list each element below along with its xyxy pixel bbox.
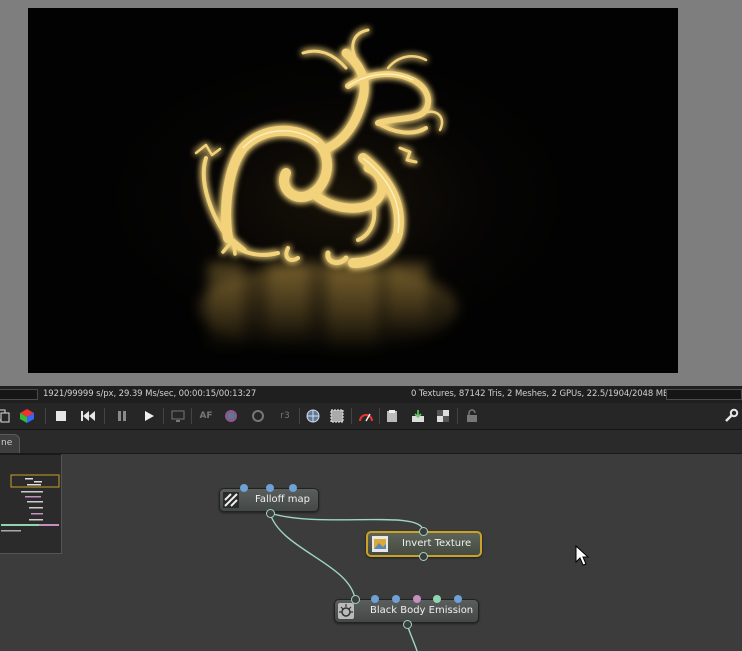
region-icon[interactable] bbox=[328, 407, 346, 425]
link-falloff-to-blackbody bbox=[269, 512, 356, 600]
tab-graph[interactable]: ne bbox=[0, 434, 20, 453]
node-label: Falloff map bbox=[255, 494, 310, 505]
play-icon[interactable] bbox=[140, 407, 158, 425]
input-pin[interactable] bbox=[371, 595, 379, 603]
render-viewport[interactable] bbox=[0, 0, 742, 386]
graph-minimap[interactable] bbox=[0, 454, 62, 554]
gauge-icon[interactable] bbox=[357, 407, 375, 425]
ref-icon[interactable]: r3 bbox=[276, 407, 294, 425]
scene-stats: 0 Textures, 87142 Tris, 2 Meshes, 2 GPUs… bbox=[411, 389, 669, 399]
pick-icon[interactable] bbox=[249, 407, 267, 425]
input-pin[interactable] bbox=[413, 595, 421, 603]
progress-bar bbox=[0, 389, 38, 400]
globe-icon[interactable] bbox=[304, 407, 322, 425]
af-label: AF bbox=[199, 411, 213, 421]
render-image[interactable] bbox=[28, 8, 678, 373]
tab-label: ne bbox=[1, 438, 13, 448]
memory-bar bbox=[666, 389, 742, 400]
input-pin[interactable] bbox=[240, 484, 248, 492]
output-pin[interactable] bbox=[403, 620, 412, 629]
clipboard-icon[interactable] bbox=[383, 407, 401, 425]
link-falloff-to-invert bbox=[269, 512, 424, 531]
lock-icon[interactable] bbox=[463, 407, 481, 425]
stop-icon[interactable] bbox=[52, 407, 70, 425]
color-cube-icon[interactable] bbox=[18, 407, 36, 425]
input-pin[interactable] bbox=[419, 527, 428, 536]
rewind-icon[interactable] bbox=[79, 407, 97, 425]
input-pin[interactable] bbox=[454, 595, 462, 603]
input-pin[interactable] bbox=[351, 595, 360, 604]
input-pin[interactable] bbox=[433, 595, 441, 603]
tab-row: ne bbox=[0, 430, 742, 454]
af-icon[interactable]: AF bbox=[197, 407, 215, 425]
monitor-icon[interactable] bbox=[169, 407, 187, 425]
ref-label: r3 bbox=[280, 411, 290, 421]
node-graph-editor[interactable]: Falloff map Invert Texture Black Body Em… bbox=[0, 454, 742, 651]
image-icon bbox=[372, 536, 388, 552]
glowing-dragon-render bbox=[194, 28, 458, 353]
import-icon[interactable] bbox=[409, 407, 427, 425]
output-pin[interactable] bbox=[419, 552, 428, 561]
emission-icon bbox=[338, 603, 354, 619]
status-bar: 1921/99999 s/px, 29.39 Ms/sec, 00:00:15/… bbox=[0, 386, 742, 404]
input-pin[interactable] bbox=[266, 484, 274, 492]
falloff-icon bbox=[223, 492, 239, 508]
node-label: Black Body Emission bbox=[370, 605, 474, 616]
mouse-cursor-icon bbox=[575, 545, 589, 566]
input-pin[interactable] bbox=[289, 484, 297, 492]
color-wheel-icon[interactable] bbox=[222, 407, 240, 425]
wrench-icon[interactable] bbox=[722, 407, 740, 425]
node-label: Invert Texture bbox=[402, 538, 472, 549]
minimap-content bbox=[1, 474, 60, 532]
render-toolbar: AF r3 bbox=[0, 403, 742, 430]
input-pin[interactable] bbox=[392, 595, 400, 603]
render-stats: 1921/99999 s/px, 29.39 Ms/sec, 00:00:15/… bbox=[43, 389, 257, 399]
copy-icon[interactable] bbox=[0, 407, 12, 425]
pause-icon[interactable] bbox=[113, 407, 131, 425]
output-pin[interactable] bbox=[266, 509, 275, 518]
checker-icon[interactable] bbox=[434, 407, 452, 425]
